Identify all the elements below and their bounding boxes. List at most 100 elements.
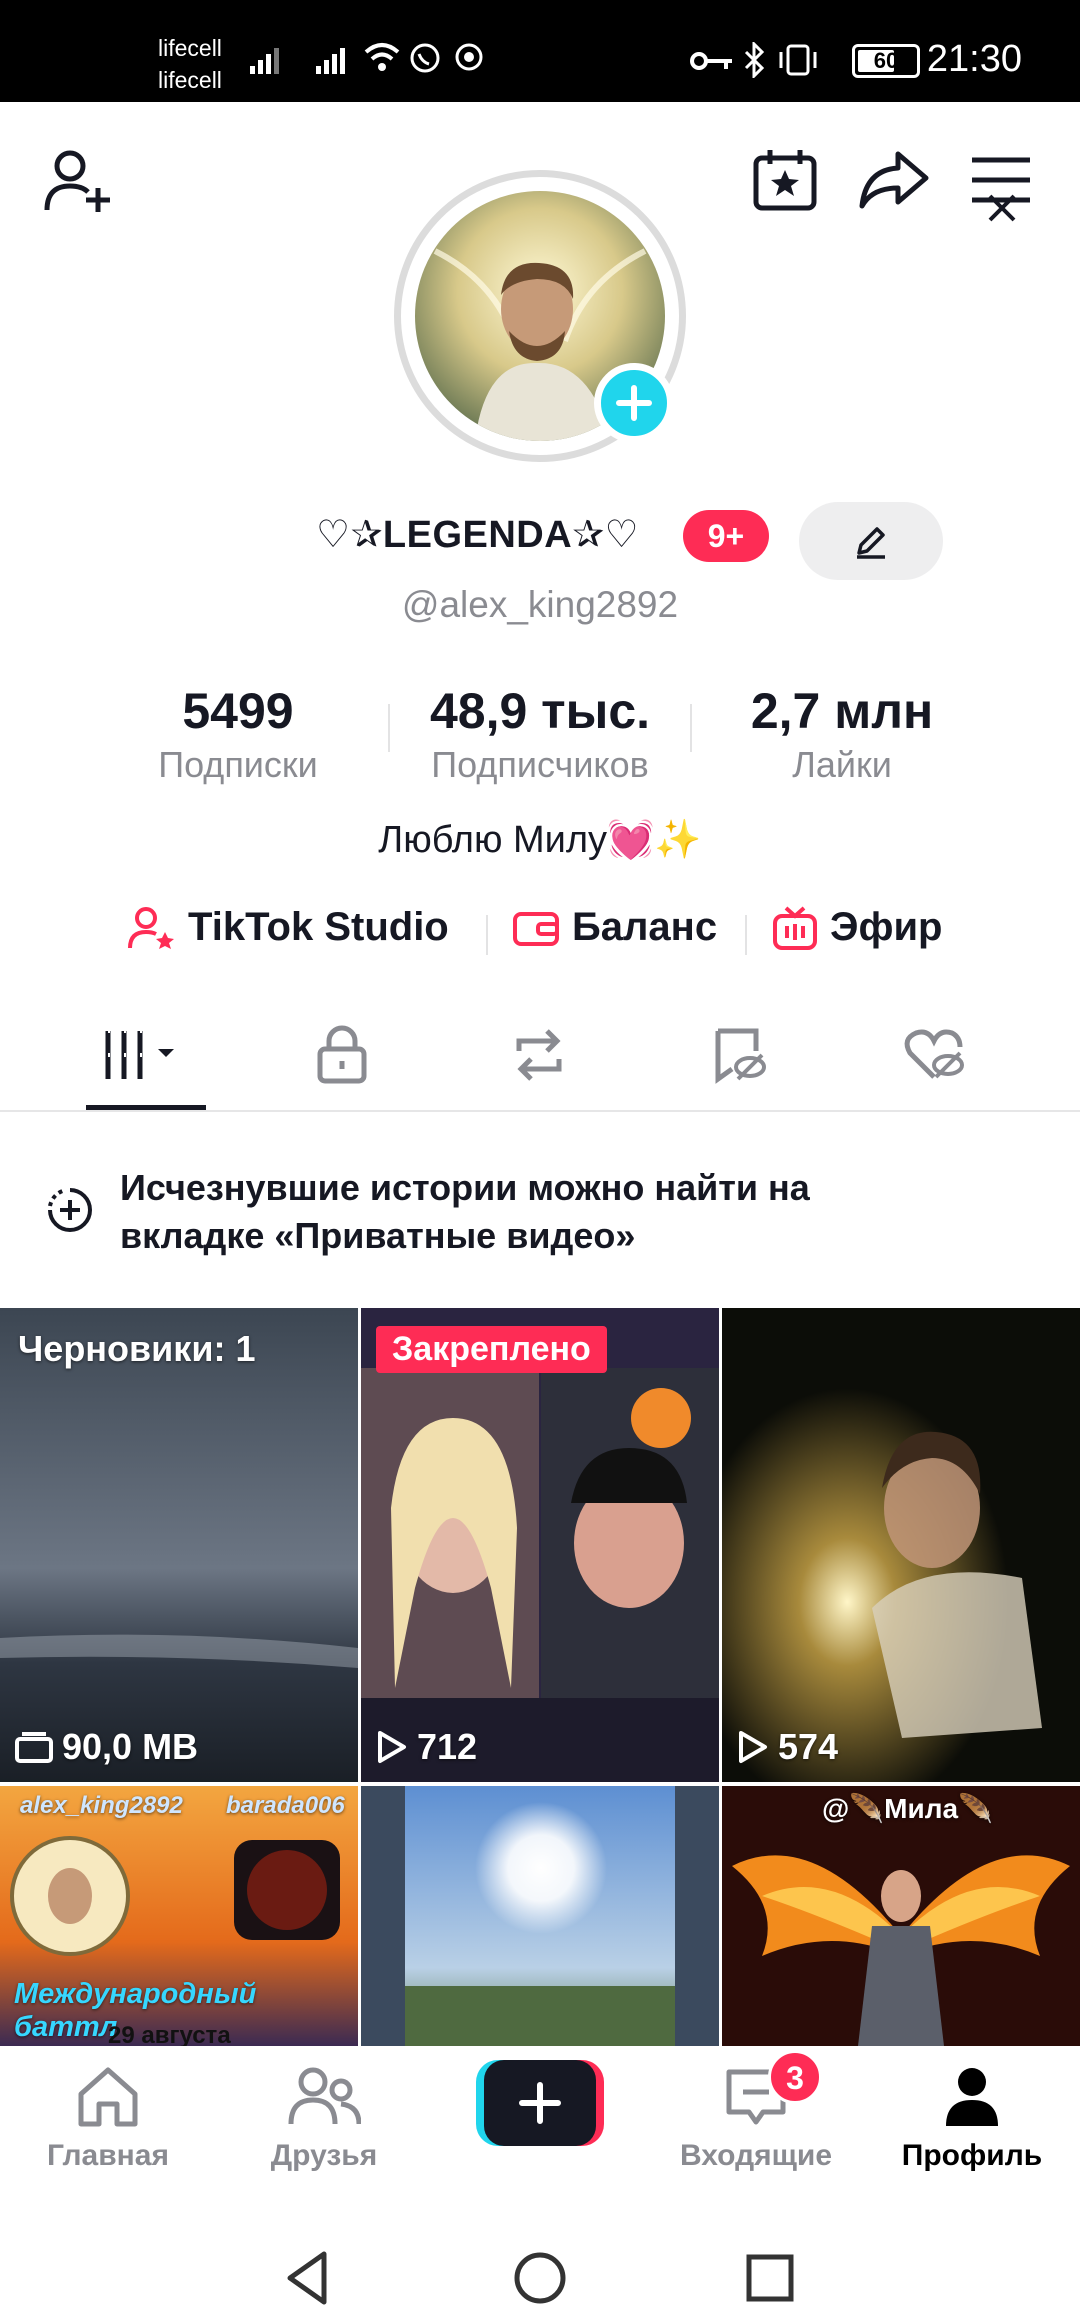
following-label: Подписки xyxy=(158,744,318,785)
nav-profile[interactable]: Профиль xyxy=(882,2064,1062,2173)
tab-private[interactable] xyxy=(277,1000,407,1110)
username-handle: @alex_king2892 xyxy=(401,584,679,625)
inbox-badge: 3 xyxy=(768,2050,822,2104)
play-icon xyxy=(378,1731,406,1763)
video-grid: Черновики: 1 90,0 MB Закреплено 712 574 … xyxy=(0,1308,1080,2046)
battery-icon: 60 xyxy=(852,44,920,78)
tab-liked[interactable] xyxy=(870,1000,1000,1110)
add-story-button[interactable] xyxy=(594,363,674,443)
wifi-icon xyxy=(364,43,400,71)
drafts-size: 90,0 MB xyxy=(14,1726,198,1768)
clock: 21:30 xyxy=(926,38,1022,80)
calendar-star-icon[interactable] xyxy=(752,148,818,212)
lock-icon xyxy=(317,1025,367,1084)
tab-favorites[interactable] xyxy=(675,1000,805,1110)
name-row: ♡✰LEGENDA✰♡ 9+ xyxy=(0,502,1080,580)
add-friend-icon[interactable] xyxy=(42,146,114,214)
live-label: Эфир xyxy=(830,905,943,949)
video-tile[interactable] xyxy=(361,1786,719,2046)
friends-icon xyxy=(288,2067,362,2125)
video-views: 712 xyxy=(375,1726,477,1768)
system-navigation xyxy=(0,2186,1080,2310)
back-icon[interactable] xyxy=(284,2250,334,2306)
plus-icon xyxy=(519,2082,561,2124)
nav-friends-label: Друзья xyxy=(270,2139,378,2172)
liked-hidden-icon xyxy=(904,1029,964,1079)
views-count: 712 xyxy=(417,1726,478,1767)
recents-icon[interactable] xyxy=(744,2252,796,2304)
person-star-icon xyxy=(128,906,174,949)
video-tile[interactable]: @🪶Мила🪶 xyxy=(722,1786,1080,2046)
drafts-label: Черновики: 1 xyxy=(18,1328,256,1369)
signal-icon xyxy=(250,48,279,74)
tiktok-studio-label: TikTok Studio xyxy=(188,905,449,949)
stat-divider xyxy=(690,704,692,752)
share-icon[interactable] xyxy=(858,150,930,210)
likes-stat[interactable]: 2,7 млн Лайки xyxy=(722,682,962,786)
nav-friends[interactable]: Друзья xyxy=(234,2064,414,2173)
views-count: 574 xyxy=(778,1726,839,1767)
profile-stats: 5499 Подписки 48,9 тыс. Подписчиков 2,7 … xyxy=(0,682,1080,792)
bluetooth-icon xyxy=(744,42,765,78)
pinned-video-thumbnail xyxy=(361,1308,719,1782)
tab-videos[interactable] xyxy=(78,1000,208,1110)
nav-home-label: Главная xyxy=(46,2139,169,2172)
pencil-icon xyxy=(857,527,885,559)
edit-profile-button[interactable] xyxy=(799,502,943,580)
banner-text: Исчезнувшие истории можно найти на вклад… xyxy=(120,1167,810,1256)
thumbnail-text: alex_king2892 xyxy=(20,1792,183,1819)
bookmark-hidden-icon xyxy=(715,1028,766,1084)
story-icon xyxy=(48,1188,92,1232)
thumbnail-text: 29 августа xyxy=(108,2022,231,2046)
balance-label: Баланс xyxy=(572,905,718,949)
pinned-badge: Закреплено xyxy=(376,1326,607,1373)
nav-profile-label: Профиль xyxy=(901,2139,1043,2172)
drafts-size-value: 90,0 MB xyxy=(62,1726,199,1767)
profile-icon xyxy=(946,2068,998,2126)
video-tile[interactable]: alex_king2892 barada006 Международный ба… xyxy=(0,1786,358,2046)
stat-divider xyxy=(388,704,390,752)
tiktok-studio-link[interactable]: TikTok Studio xyxy=(128,905,449,950)
carrier-1: lifecell xyxy=(158,35,222,61)
pinned-video-tile[interactable]: Закреплено 712 xyxy=(361,1308,719,1782)
live-link[interactable]: Эфир xyxy=(772,905,942,950)
private-stories-banner[interactable]: Исчезнувшие истории можно найти на вклад… xyxy=(0,1114,1080,1308)
active-tab-indicator xyxy=(86,1105,206,1110)
display-name: ♡✰LEGENDA✰♡ xyxy=(316,514,640,556)
battery-level: 60 xyxy=(873,48,899,73)
home-circle-icon[interactable] xyxy=(512,2250,568,2306)
followers-stat[interactable]: 48,9 тыс. Подписчиков xyxy=(400,682,680,786)
profile-bio: Люблю Милу💓✨ xyxy=(378,819,702,861)
app-notification-icon xyxy=(455,43,483,71)
notification-badge[interactable]: 9+ xyxy=(683,510,769,562)
following-count: 5499 xyxy=(182,683,294,739)
create-button[interactable] xyxy=(476,2060,604,2146)
whatsapp-icon xyxy=(410,43,440,73)
balance-link[interactable]: Баланс xyxy=(512,905,717,950)
wallet-icon xyxy=(513,911,559,946)
content-tabs xyxy=(0,1000,1080,1112)
carrier-2: lifecell xyxy=(158,67,222,93)
tab-reposts[interactable] xyxy=(474,1000,604,1110)
close-icon[interactable] xyxy=(986,192,1018,224)
vibrate-icon xyxy=(779,44,817,76)
profile-avatar[interactable] xyxy=(394,170,686,462)
repost-icon xyxy=(516,1029,562,1081)
followers-label: Подписчиков xyxy=(431,744,649,785)
vpn-key-icon xyxy=(690,52,732,70)
status-bar: lifecell lifecell 60 21:30 xyxy=(0,0,1080,102)
plus-icon xyxy=(616,385,652,421)
likes-count: 2,7 млн xyxy=(750,683,934,739)
bottom-navigation: Главная Друзья Входящие Профиль xyxy=(0,2046,1080,2186)
home-icon xyxy=(78,2067,138,2127)
profile-links: TikTok Studio Баланс Эфир xyxy=(0,905,1080,965)
play-icon xyxy=(739,1731,767,1763)
videos-grid-icon xyxy=(105,1029,174,1079)
thumbnail-text: @🪶Мила🪶 xyxy=(822,1793,993,1824)
nav-home[interactable]: Главная xyxy=(18,2064,198,2173)
following-stat[interactable]: 5499 Подписки xyxy=(138,682,338,786)
video-tile[interactable]: 574 xyxy=(722,1308,1080,1782)
live-tv-icon xyxy=(773,906,817,950)
drafts-tile[interactable]: Черновики: 1 90,0 MB xyxy=(0,1308,358,1782)
thumbnail-text: barada006 xyxy=(226,1792,345,1819)
